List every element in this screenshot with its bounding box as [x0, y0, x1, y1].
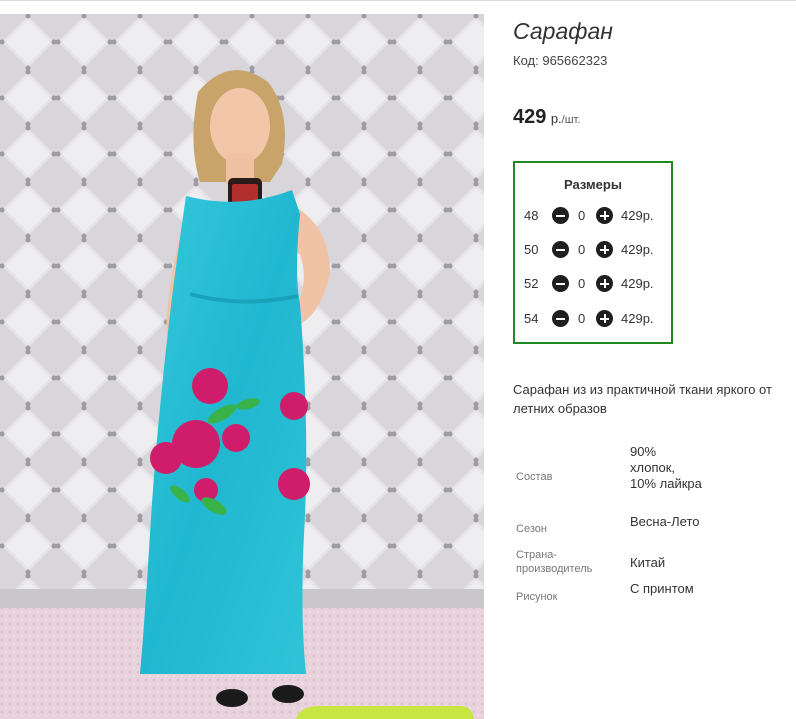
size-quantity: 0	[578, 276, 586, 291]
size-price: 429р.	[621, 242, 654, 257]
size-price: 429р.	[621, 311, 654, 326]
size-row: 50 0 429р.	[515, 240, 671, 260]
size-quantity: 0	[578, 242, 586, 257]
property-label: Сезон	[516, 523, 547, 535]
minus-icon[interactable]	[552, 241, 569, 258]
size-value: 54	[524, 311, 539, 326]
plus-icon[interactable]	[596, 207, 613, 224]
size-row: 54 0 429р.	[515, 309, 671, 329]
size-price: 429р.	[621, 276, 654, 291]
product-code-label: Код:	[513, 53, 539, 68]
product-photo-illustration	[0, 14, 484, 719]
property-value: Китай	[630, 555, 666, 570]
top-divider	[0, 0, 796, 1]
product-photo[interactable]	[0, 14, 484, 719]
property-label: Рисунок	[516, 591, 558, 603]
property-value: С принтом	[630, 581, 694, 596]
minus-icon[interactable]	[552, 310, 569, 327]
size-value: 48	[524, 208, 539, 223]
product-code: Код: 965662323	[513, 53, 607, 68]
property-value: 90% хлопок, 10% лайкра	[630, 444, 702, 491]
price-currency: р.	[550, 111, 562, 126]
size-row: 52 0 429р.	[515, 274, 671, 294]
property-value: Весна-Лето	[630, 514, 700, 529]
property-label: Страна-производитель	[516, 549, 593, 575]
size-value: 50	[524, 242, 539, 257]
product-code-value: 965662323	[542, 53, 608, 68]
size-quantity: 0	[578, 208, 586, 223]
sizes-panel: Размеры 48 0 429р. 50 0 429р. 52 0 429р.…	[513, 161, 673, 344]
product-title: Сарафан	[513, 18, 613, 44]
minus-icon[interactable]	[552, 275, 569, 292]
size-quantity: 0	[578, 311, 586, 326]
size-value: 52	[524, 276, 539, 291]
size-row: 48 0 429р.	[515, 206, 671, 226]
plus-icon[interactable]	[596, 275, 613, 292]
sizes-title: Размеры	[564, 177, 622, 192]
plus-icon[interactable]	[596, 241, 613, 258]
plus-icon[interactable]	[596, 310, 613, 327]
minus-icon[interactable]	[552, 207, 569, 224]
price-per-unit: /шт.	[561, 114, 581, 126]
product-description: Сарафан из из практичной ткани яркого от…	[513, 382, 772, 416]
price-value: 429	[513, 106, 547, 128]
product-price: 429 р./шт.	[513, 106, 580, 129]
property-label: Состав	[516, 471, 553, 483]
size-price: 429р.	[621, 208, 654, 223]
